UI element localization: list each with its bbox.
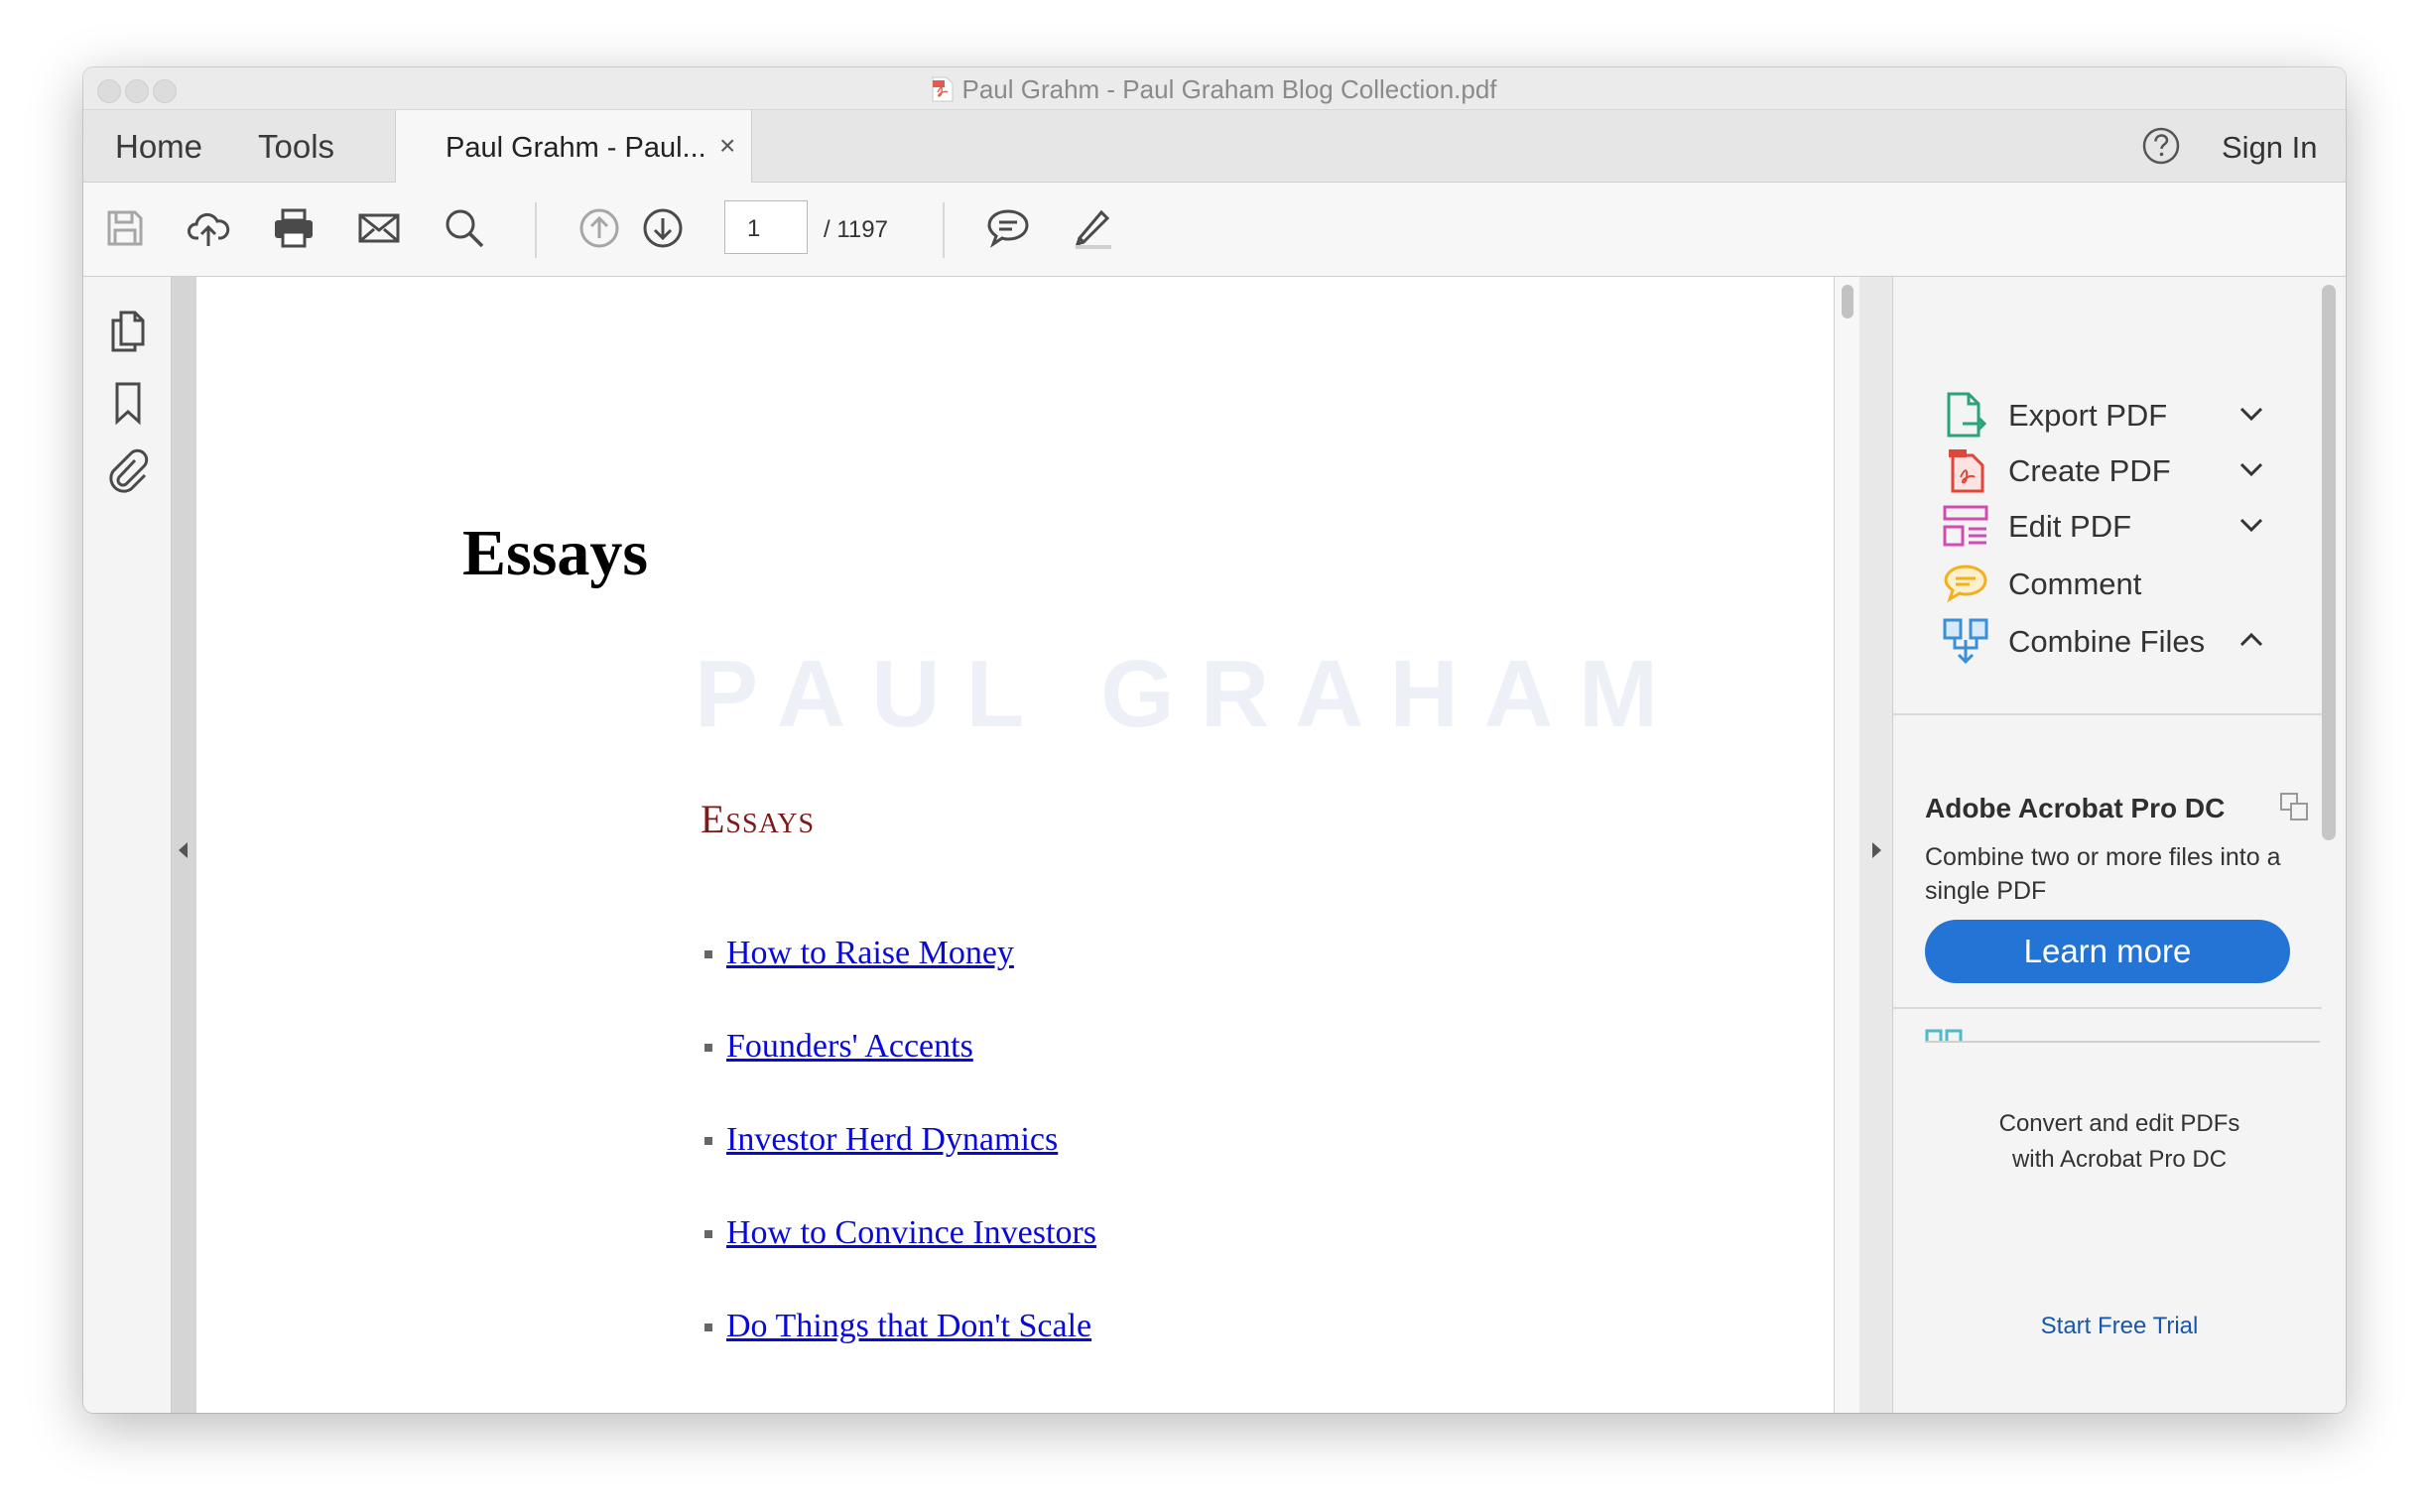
sign-in-button[interactable]: Sign In [2222,130,2318,166]
title-bar: Paul Grahm - Paul Graham Blog Collection… [83,67,2346,110]
document-tab-label: Paul Grahm - Paul... [446,132,706,164]
essay-link[interactable]: Founders' Accents [726,1028,973,1066]
promo-title: Adobe Acrobat Pro DC [1925,793,2226,823]
search-icon[interactable] [443,206,486,250]
document-watermark: PAUL GRAHAM [695,641,1685,747]
document-scroll-thumb[interactable] [1842,285,1853,318]
export-pdf-icon [1947,392,1987,438]
chevron-down-icon[interactable] [2238,459,2264,479]
tool-create-pdf[interactable]: Create PDF [1941,443,2318,503]
edit-pdf-icon [1943,505,1988,547]
tool-combine-files[interactable]: Combine Files [1941,614,2318,674]
list-bullet [704,1044,712,1052]
left-navigation-rail [83,277,172,1413]
learn-more-button[interactable]: Learn more [1925,920,2290,983]
organize-pages-icon [1925,1029,1963,1041]
next-page-icon[interactable] [641,206,685,250]
list-bullet [704,950,712,958]
window-title-text: Paul Grahm - Paul Graham Blog Collection… [961,74,1497,104]
page-number-input[interactable]: 1 [724,200,808,254]
comment-bubble-icon[interactable] [986,206,1030,250]
copy-pages-icon [2280,793,2308,820]
comment-icon [1944,565,1987,603]
tab-home[interactable]: Home [115,128,202,166]
highlight-pen-icon[interactable] [1072,206,1115,250]
bookmarks-icon[interactable] [105,380,151,426]
pdf-file-icon [932,76,954,102]
chevron-up-icon[interactable] [2238,630,2264,650]
chevron-down-icon[interactable] [2238,404,2264,424]
window-title: Paul Grahm - Paul Graham Blog Collection… [83,74,2346,105]
upload-cloud-icon[interactable] [187,206,230,250]
essay-link[interactable]: Investor Herd Dynamics [726,1121,1058,1159]
save-icon[interactable] [103,206,147,250]
tools-pane-scrollbar[interactable] [2322,285,2336,840]
cta-line-2: with Acrobat Pro DC [2011,1146,2228,1173]
promo-divider [1893,1007,2322,1009]
close-tab-icon[interactable]: × [719,130,735,162]
tab-document[interactable]: Paul Grahm - Paul... × [395,110,752,183]
cta-line-1: Convert and edit PDFs [1998,1110,2240,1137]
tool-edit-pdf[interactable]: Edit PDF [1941,499,2318,559]
document-scrollbar[interactable] [1834,277,1859,1413]
previous-page-icon[interactable] [577,206,621,250]
combine-files-icon [1943,618,1988,665]
chevron-down-icon[interactable] [2238,515,2264,535]
toolbar: 1 / 1197 [83,183,2346,277]
tool-comment[interactable]: Comment [1941,557,2318,616]
help-icon[interactable] [2141,126,2181,166]
tool-label: Export PDF [2008,398,2168,433]
print-icon[interactable] [272,206,316,250]
email-icon[interactable] [357,206,401,250]
tool-label: Create PDF [2008,453,2171,488]
essay-link[interactable]: How to Convince Investors [726,1214,1096,1252]
essay-link[interactable]: Do Things that Don't Scale [726,1308,1091,1345]
peek-divider [1925,1041,2320,1043]
tool-export-pdf[interactable]: Export PDF [1941,388,2318,447]
create-pdf-icon [1949,449,1984,493]
right-panel-toggle[interactable] [1859,277,1893,1413]
document-heading: Essays [462,517,649,589]
promo-description: Combine two or more files into a single … [1925,843,2281,905]
list-bullet [704,1230,712,1238]
tab-bar: Home Tools Paul Grahm - Paul... × Sign I… [83,110,2346,183]
tool-label: Edit PDF [2008,509,2132,544]
toolbar-separator [535,202,537,258]
list-bullet [704,1137,712,1145]
start-free-trial-link[interactable]: Start Free Trial [1893,1313,2346,1340]
tool-label: Comment [2008,567,2142,601]
list-bullet [704,1323,712,1331]
organize-pages-peek [1925,1019,2320,1041]
essay-link[interactable]: How to Raise Money [726,935,1014,972]
document-subheading: Essays [701,797,816,841]
page-thumbnails-icon[interactable] [105,309,151,354]
left-panel-toggle[interactable] [172,277,196,1413]
tools-pane: Export PDF Create PDF Edit PDF Comment C… [1893,277,2346,1413]
tools-divider [1893,713,2322,715]
page-total: / 1197 [824,216,888,243]
tab-tools[interactable]: Tools [258,128,334,166]
tool-label: Combine Files [2008,624,2206,659]
attachments-icon[interactable] [105,447,151,493]
collapse-left-icon [179,842,188,858]
expand-right-icon [1872,842,1881,858]
toolbar-separator [943,202,945,258]
